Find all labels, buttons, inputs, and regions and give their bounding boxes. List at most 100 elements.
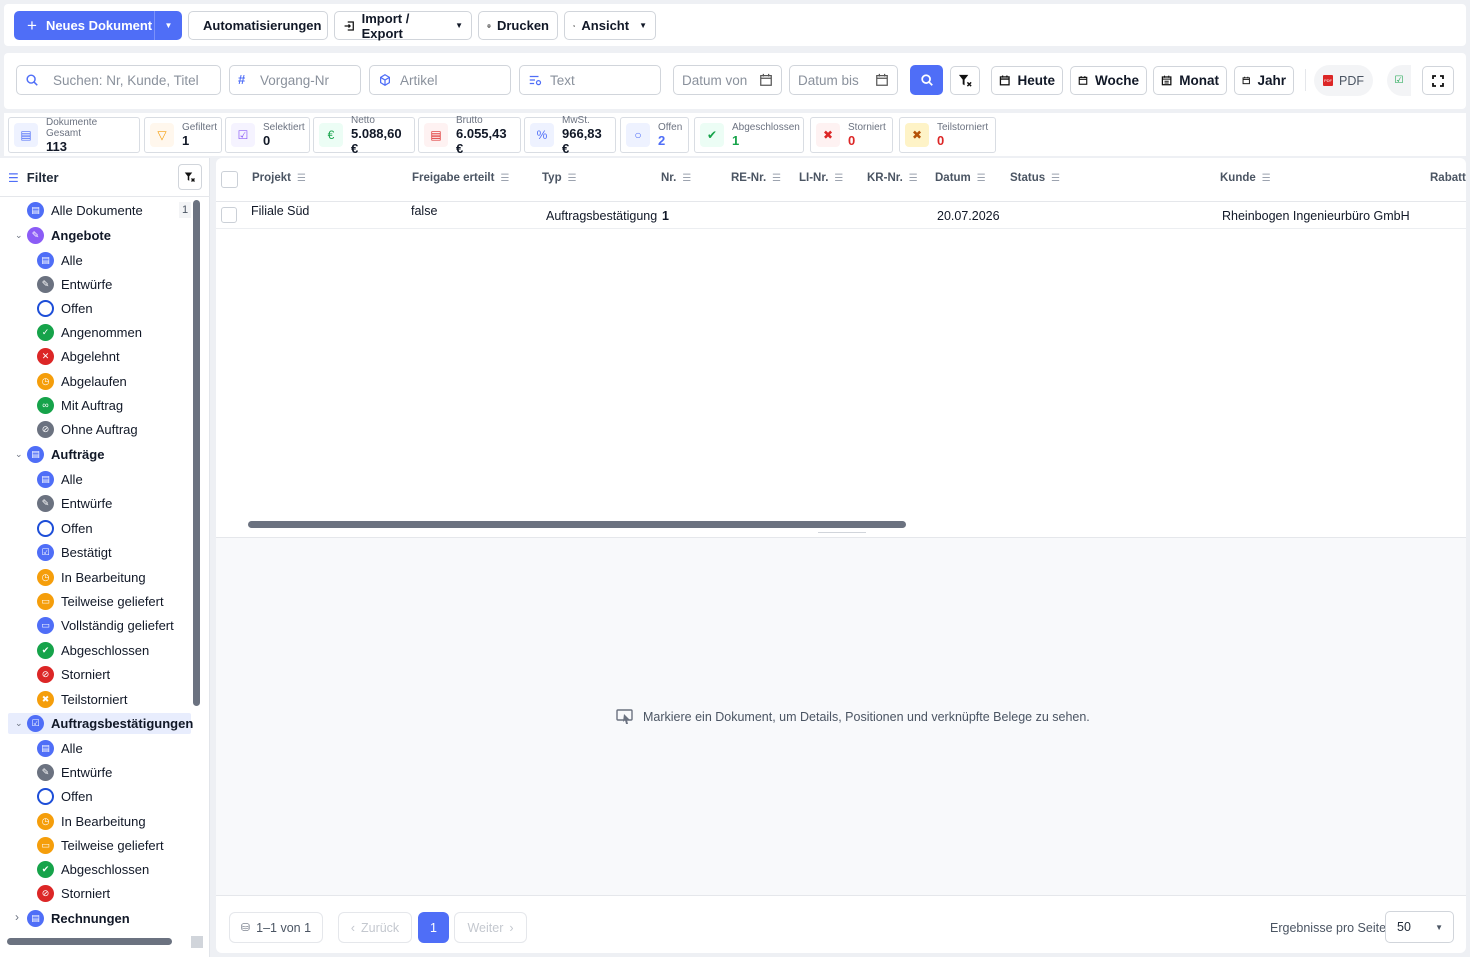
- sidebar-group-angebote[interactable]: ✎ Angebote: [27, 224, 111, 246]
- splitter-handle[interactable]: [818, 532, 866, 535]
- sidebar-group-rechnungen[interactable]: ▤ Rechnungen: [27, 907, 130, 929]
- sidebar-group-aufträge[interactable]: ▤ Aufträge: [27, 443, 104, 465]
- sidebar-item-entwürfe[interactable]: ✎ Entwürfe: [37, 761, 112, 783]
- sidebar-item-abgelehnt[interactable]: ✕ Abgelehnt: [37, 345, 120, 367]
- filter-reset-button[interactable]: [178, 164, 202, 190]
- import-export-button[interactable]: Import / Export ▼: [334, 11, 472, 41]
- sidebar-item-in-bearbeitung[interactable]: ◷ In Bearbeitung: [37, 810, 146, 832]
- filter-icon[interactable]: ☰: [977, 173, 986, 184]
- stat-abgeschlossen[interactable]: ✔ Abgeschlossen 1: [694, 117, 804, 153]
- row-checkbox[interactable]: [221, 207, 237, 223]
- sidebar-item-storniert[interactable]: ⊘ Storniert: [37, 663, 110, 685]
- month-button[interactable]: Monat: [1153, 66, 1227, 95]
- sidebar-item-in-bearbeitung[interactable]: ◷ In Bearbeitung: [37, 566, 146, 588]
- column-header-nr[interactable]: Nr. ☰: [661, 172, 691, 184]
- column-header-re-nr[interactable]: RE-Nr. ☰: [731, 172, 781, 184]
- filter-icon[interactable]: ☰: [1051, 173, 1060, 184]
- sidebar-item-alle[interactable]: ▤ Alle: [37, 249, 83, 271]
- today-button[interactable]: Heute: [991, 66, 1063, 95]
- filter-icon[interactable]: ☰: [772, 173, 781, 184]
- sidebar-item-teilweise-geliefert[interactable]: ▭ Teilweise geliefert: [37, 590, 164, 612]
- prev-page-button[interactable]: ‹ Zurück: [338, 912, 412, 943]
- filter-icon[interactable]: ☰: [568, 173, 577, 184]
- page-1-button[interactable]: 1: [418, 912, 449, 943]
- new-document-dropdown[interactable]: ▼: [154, 11, 182, 40]
- sidebar-item-teilstorniert[interactable]: ✖ Teilstorniert: [37, 688, 127, 710]
- stat-brutto[interactable]: ▤ Brutto 6.055,43 €: [418, 115, 521, 156]
- column-header-li-nr[interactable]: LI-Nr. ☰: [799, 172, 843, 184]
- chevron-right-icon[interactable]: ›: [15, 910, 19, 924]
- sidebar-item-vollständig-geliefert[interactable]: ▭ Vollständig geliefert: [37, 614, 174, 636]
- sidebar-vertical-scrollbar[interactable]: [193, 200, 200, 706]
- sidebar-item-entwürfe[interactable]: ✎ Entwürfe: [37, 273, 112, 295]
- stat-selektiert[interactable]: ☑ Selektiert 0: [225, 117, 310, 153]
- print-button[interactable]: Drucken: [478, 11, 558, 40]
- year-button[interactable]: Jahr: [1234, 66, 1294, 95]
- sidebar-item-abgelaufen[interactable]: ◷ Abgelaufen: [37, 370, 127, 392]
- stat-storniert[interactable]: ✖ Storniert 0: [810, 117, 893, 153]
- sidebar-item-alle[interactable]: ▤ Alle: [37, 468, 83, 490]
- stat-label: Abgeschlossen: [732, 122, 800, 133]
- sidebar-item-abgeschlossen[interactable]: ✔ Abgeschlossen: [37, 639, 149, 661]
- column-header-status[interactable]: Status ☰: [1010, 172, 1060, 184]
- sidebar-group-auftragsbestätigungen[interactable]: ☑ Auftragsbestätigungen: [27, 712, 193, 734]
- view-button[interactable]: Ansicht ▼: [564, 11, 656, 40]
- table-horizontal-scrollbar[interactable]: [248, 521, 906, 528]
- filter-icon[interactable]: ☰: [1262, 173, 1271, 184]
- sidebar-item-ohne-auftrag[interactable]: ⊘ Ohne Auftrag: [37, 418, 138, 440]
- date-from-input[interactable]: Datum von: [673, 65, 782, 95]
- filter-icon[interactable]: ☰: [297, 173, 306, 184]
- select-all-checkbox[interactable]: [221, 171, 238, 188]
- stat-dokumente-gesamt[interactable]: ▤ Dokumente Gesamt 113: [8, 117, 140, 154]
- column-header-kunde[interactable]: Kunde ☰: [1220, 172, 1271, 184]
- chevron-down-icon[interactable]: ⌄: [15, 230, 23, 241]
- stat-netto[interactable]: € Netto 5.088,60 €: [313, 115, 415, 156]
- stat-offen[interactable]: ○ Offen 2: [620, 117, 689, 153]
- fullscreen-button[interactable]: [1422, 66, 1454, 95]
- sidebar-item-storniert[interactable]: ⊘ Storniert: [37, 882, 110, 904]
- filter-icon[interactable]: ☰: [909, 173, 918, 184]
- sidebar-item-alle[interactable]: ▤ Alle: [37, 737, 83, 759]
- sidebar-item-label: Teilstorniert: [61, 691, 128, 707]
- sidebar-item-offen[interactable]: Offen: [37, 785, 93, 807]
- pdf-export-button[interactable]: PDF PDF: [1314, 65, 1373, 96]
- automations-button[interactable]: Automatisierungen: [188, 11, 328, 40]
- search-input[interactable]: Suchen: Nr, Kunde, Titel: [16, 65, 221, 95]
- filter-icon[interactable]: ☰: [682, 173, 691, 184]
- per-page-select[interactable]: 50 ▼: [1385, 911, 1454, 943]
- stat-gefiltert[interactable]: ▽ Gefiltert 1: [144, 117, 222, 153]
- column-header-kr-nr[interactable]: KR-Nr. ☰: [867, 172, 918, 184]
- column-header-projekt[interactable]: Projekt ☰: [252, 172, 306, 184]
- sidebar-horizontal-scrollbar[interactable]: [7, 938, 172, 945]
- stat-teilstorniert[interactable]: ✖ Teilstorniert 0: [899, 117, 996, 153]
- stat-mwst[interactable]: % MwSt. 966,83 €: [524, 115, 616, 156]
- sidebar-item-entwürfe[interactable]: ✎ Entwürfe: [37, 492, 112, 514]
- sidebar-item-teilweise-geliefert[interactable]: ▭ Teilweise geliefert: [37, 834, 164, 856]
- sidebar-item-alle-dokumente[interactable]: ▤ Alle Dokumente: [27, 199, 143, 221]
- new-document-button[interactable]: + Neues Dokument ▼: [14, 11, 182, 40]
- date-to-input[interactable]: Datum bis: [789, 65, 898, 95]
- process-number-input[interactable]: # Vorgang-Nr: [229, 65, 361, 95]
- week-button[interactable]: Woche: [1070, 66, 1147, 95]
- text-input[interactable]: Text: [519, 65, 661, 95]
- column-header-rabatt[interactable]: Rabatt: [1430, 172, 1466, 184]
- search-button[interactable]: [910, 65, 943, 95]
- column-header-freigabe-erteilt[interactable]: Freigabe erteilt ☰: [412, 172, 509, 184]
- clear-filter-button[interactable]: [950, 66, 980, 95]
- article-input[interactable]: Artikel: [369, 65, 511, 95]
- sidebar-item-bestätigt[interactable]: ☑ Bestätigt: [37, 541, 112, 563]
- next-page-button[interactable]: Weiter ›: [454, 912, 527, 943]
- column-header-datum[interactable]: Datum ☰: [935, 172, 986, 184]
- sidebar-item-offen[interactable]: Offen: [37, 517, 93, 539]
- sidebar-item-mit-auftrag[interactable]: ∞ Mit Auftrag: [37, 394, 123, 416]
- year-label: Jahr: [1257, 73, 1286, 88]
- excel-export-button[interactable]: ☑: [1387, 65, 1411, 96]
- sidebar-item-abgeschlossen[interactable]: ✔ Abgeschlossen: [37, 858, 149, 880]
- sidebar-item-offen[interactable]: Offen: [37, 297, 93, 319]
- column-header-typ[interactable]: Typ ☰: [542, 172, 577, 184]
- filter-icon[interactable]: ☰: [834, 173, 843, 184]
- chevron-down-icon[interactable]: ⌄: [15, 718, 23, 729]
- sidebar-item-angenommen[interactable]: ✓ Angenommen: [37, 321, 142, 343]
- chevron-down-icon[interactable]: ⌄: [15, 449, 23, 460]
- filter-icon[interactable]: ☰: [500, 173, 509, 184]
